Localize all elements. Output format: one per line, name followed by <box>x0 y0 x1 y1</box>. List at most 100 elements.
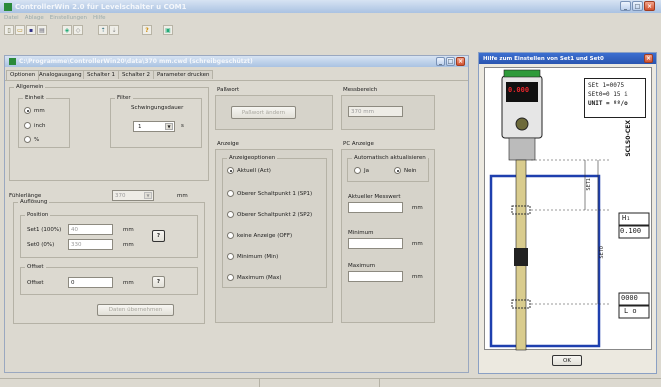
radio-label: mm <box>34 107 45 114</box>
filter-label: Schwingungsdauer <box>131 105 184 111</box>
group-filter-title: Filter <box>115 95 133 102</box>
passwort-aendern-label: Paßwort ändern <box>241 109 286 116</box>
group-einheit: Einheit mm inch % <box>18 95 70 148</box>
help-close-button[interactable]: × <box>644 54 653 63</box>
app-logo-icon <box>4 2 12 11</box>
auto-update-title: Automatisch aktualisieren <box>352 155 428 162</box>
group-position: Position Set1 (100%) 40 mm Set0 (0%) 330… <box>20 212 198 258</box>
radio-indicator <box>24 107 31 114</box>
position-help-button[interactable]: ? <box>152 230 165 242</box>
fuehlerlaenge-select[interactable]: 370 ▼ <box>112 190 154 201</box>
download-icon[interactable]: ⇣ <box>109 25 119 35</box>
doc-minimize-button[interactable]: _ <box>436 57 445 66</box>
radio-label: Ja <box>364 167 369 174</box>
document-title: C:\Programme\ControllerWin20\data\370 mm… <box>19 58 253 65</box>
help-ok-button[interactable]: OK <box>552 355 582 366</box>
set1-dimension-label: SET1 <box>586 178 592 191</box>
radio-indicator <box>227 167 234 174</box>
minimum-unit: mm <box>412 241 423 247</box>
close-button[interactable]: × <box>644 1 655 11</box>
help-icon[interactable]: ? <box>142 25 152 35</box>
group-anzeigeoptionen: Anzeigeoptionen Aktuell (Act) Oberer Sch… <box>222 155 327 288</box>
set1-value: 40 <box>71 227 78 233</box>
chevron-down-icon: ▼ <box>165 123 173 130</box>
group-aufloesung-title: Auflösung <box>18 199 50 206</box>
set1-input[interactable]: 40 <box>68 224 113 235</box>
print-icon[interactable]: ▤ <box>37 25 47 35</box>
passwort-panel: Paßwort ändern <box>215 95 333 130</box>
document-window: C:\Programme\ControllerWin20\data\370 mm… <box>4 55 469 373</box>
sensor-model-label: SCLS0-CEX <box>625 120 632 157</box>
set0-dimension-label: SET0 <box>599 246 605 259</box>
upload-icon[interactable]: ⇡ <box>98 25 108 35</box>
anzeige-radio-min[interactable]: Minimum (Min) <box>227 253 278 260</box>
unit-radio-percent[interactable]: % <box>24 136 39 143</box>
context-help-icon[interactable]: ▣ <box>163 25 173 35</box>
daten-uebernehmen-button[interactable]: Daten übernehmen <box>97 304 174 316</box>
help-display-line-3: UNIT = ºº/o <box>588 100 628 107</box>
maximize-button[interactable]: □ <box>632 1 643 11</box>
fuehlerlaenge-unit: mm <box>177 193 188 199</box>
filter-select-value: 1 <box>138 124 142 130</box>
anzeige-radio-max[interactable]: Maximum (Max) <box>227 274 282 281</box>
document-logo-icon <box>9 58 16 65</box>
tab-parameter-drucken[interactable]: Parameter drucken <box>153 70 214 79</box>
write-device-icon[interactable]: ◇ <box>73 25 83 35</box>
anzeige-radio-off[interactable]: keine Anzeige (OFF) <box>227 232 292 239</box>
radio-label: Minimum (Min) <box>237 253 279 260</box>
daten-uebernehmen-label: Daten übernehmen <box>108 307 163 313</box>
unit-radio-inch[interactable]: inch <box>24 122 46 129</box>
fuehlerlaenge-value: 370 <box>115 193 126 199</box>
radio-label: Maximum (Max) <box>237 274 282 281</box>
status-pane-3 <box>380 379 661 387</box>
auto-update-radio-nein[interactable]: Nein <box>394 167 417 174</box>
read-device-icon[interactable]: ◈ <box>62 25 72 35</box>
messbereich-field: 370 mm <box>348 106 403 117</box>
status-pane-1 <box>0 379 260 387</box>
group-offset: Offset Offset 0 mm ? <box>20 264 198 295</box>
set0-label: Set0 (0%) <box>27 242 55 248</box>
radio-indicator <box>227 211 234 218</box>
minimize-button[interactable]: _ <box>620 1 631 11</box>
filter-select[interactable]: 1 ▼ <box>133 121 175 132</box>
set1-label: Set1 (100%) <box>27 227 62 233</box>
menu-ablage[interactable]: Ablage <box>25 15 44 21</box>
anzeige-radio-act[interactable]: Aktuell (Act) <box>227 167 271 174</box>
help-illustration: SEt 1=0075 SEt0=0 15 i UNIT = ºº/o 0.000… <box>484 67 652 351</box>
new-file-icon[interactable]: ▯ <box>4 25 14 35</box>
unit-radio-mm[interactable]: mm <box>24 107 45 114</box>
aktueller-messwert-label: Aktueller Messwert <box>348 194 401 200</box>
group-auto-update: Automatisch aktualisieren Ja Nein <box>347 155 429 182</box>
passwort-title: Paßwort <box>217 87 240 93</box>
maximum-unit: mm <box>412 274 423 280</box>
auto-update-radio-ja[interactable]: Ja <box>354 167 369 174</box>
radio-indicator <box>227 253 234 260</box>
save-file-icon[interactable]: ▪ <box>26 25 36 35</box>
open-file-icon[interactable]: ▭ <box>15 25 25 35</box>
filter-unit: s <box>181 123 184 129</box>
minimum-field <box>348 238 403 249</box>
set1-unit: mm <box>123 227 134 233</box>
anzeige-radio-sp2[interactable]: Oberer Schaltpunkt 2 (SP2) <box>227 211 312 218</box>
tab-optionen[interactable]: Optionen <box>6 70 40 80</box>
tab-schalter-2[interactable]: Schalter 2 <box>118 70 154 79</box>
offset-input[interactable]: 0 <box>68 277 113 288</box>
passwort-aendern-button[interactable]: Paßwort ändern <box>231 106 296 119</box>
tab-analogausgang[interactable]: Analogausgang <box>35 70 86 79</box>
offset-help-button[interactable]: ? <box>152 276 165 288</box>
doc-close-button[interactable]: × <box>456 57 465 66</box>
set0-value: 330 <box>71 242 82 248</box>
radio-label: inch <box>34 122 46 129</box>
device-lcd-value: 0.000 <box>508 86 530 94</box>
menu-datei[interactable]: Datei <box>4 15 19 21</box>
maximum-field <box>348 271 403 282</box>
doc-maximize-button[interactable]: □ <box>446 57 455 66</box>
pc-anzeige-title: PC Anzeige <box>343 141 374 147</box>
help-display-panel: SEt 1=0075 SEt0=0 15 i UNIT = ºº/o <box>584 78 646 118</box>
tab-schalter-1[interactable]: Schalter 1 <box>83 70 119 79</box>
lcd-top-value: 0.100 <box>620 227 642 235</box>
anzeige-radio-sp1[interactable]: Oberer Schaltpunkt 1 (SP1) <box>227 190 312 197</box>
menu-hilfe[interactable]: Hilfe <box>93 15 106 21</box>
set0-input[interactable]: 330 <box>68 239 113 250</box>
menu-einstellungen[interactable]: Einstellungen <box>50 15 87 21</box>
